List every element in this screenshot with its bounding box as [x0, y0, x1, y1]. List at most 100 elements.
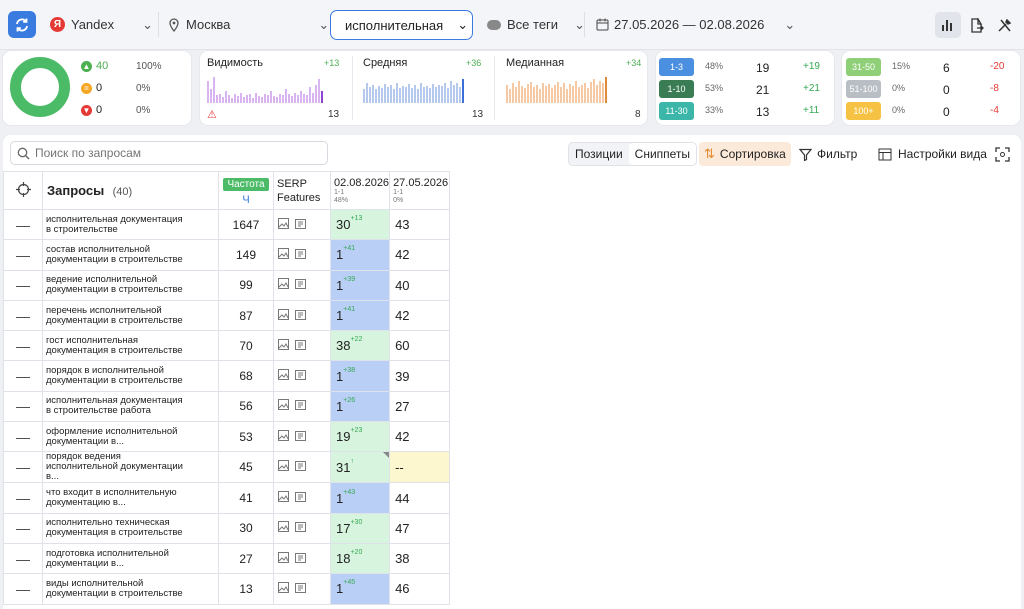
row-toggle[interactable]: — [3, 299, 43, 332]
serp-features[interactable] [273, 542, 331, 575]
query-text[interactable]: порядок ведения исполнительной документа… [42, 451, 219, 484]
search-input[interactable] [35, 146, 315, 160]
position-previous[interactable]: 44 [389, 482, 451, 514]
date-col2-header[interactable]: 27.05.2026 1-1 0% [389, 171, 451, 210]
tab-positions[interactable]: Позиции [569, 143, 629, 165]
query-text[interactable]: исполнительная документация в строительс… [42, 390, 219, 423]
query-text[interactable]: подготовка исполнительной документации в… [42, 542, 219, 575]
tab-snippets[interactable]: Сниппеты [628, 143, 697, 165]
region-select[interactable]: Москва ⌄ [168, 11, 329, 38]
row-toggle[interactable]: — [3, 239, 43, 271]
queries-header[interactable]: Запросы (40) [42, 171, 219, 210]
tools-icon[interactable] [991, 12, 1017, 38]
row-toggle[interactable]: — [3, 269, 43, 301]
row-toggle[interactable]: — [3, 330, 43, 362]
position-current[interactable]: 1+26 [329, 390, 391, 423]
engine-select[interactable]: Я Yandex ⌄ [50, 11, 153, 38]
table-row[interactable]: — перечень исполнительной документации в … [3, 299, 451, 332]
serp-features[interactable] [273, 421, 331, 453]
serp-features[interactable] [273, 239, 331, 271]
table-row[interactable]: — порядок в исполнительной документации в… [3, 360, 451, 392]
query-text[interactable]: перечень исполнительной документации в с… [42, 299, 219, 332]
row-toggle[interactable]: — [3, 360, 43, 392]
query-text[interactable]: ведение исполнительной документации в ст… [42, 269, 219, 301]
range-badge[interactable]: 11-30 [659, 101, 694, 121]
position-current[interactable]: 1+45 [329, 573, 391, 605]
target-header[interactable] [3, 171, 43, 210]
table-row[interactable]: — исполнительно техническая документация … [3, 512, 451, 544]
row-toggle[interactable]: — [3, 573, 43, 605]
query-text[interactable]: гост исполнительная документация в строи… [42, 330, 219, 362]
serp-features[interactable] [273, 573, 331, 605]
export-icon[interactable] [963, 12, 989, 38]
row-toggle[interactable]: — [3, 451, 43, 484]
serp-features[interactable] [273, 299, 331, 332]
row-toggle[interactable]: — [3, 542, 43, 575]
position-previous[interactable]: 43 [389, 208, 451, 241]
group-select[interactable]: исполнительная ⌄ [330, 10, 473, 40]
position-previous[interactable]: 42 [389, 239, 451, 271]
serp-features[interactable] [273, 330, 331, 362]
position-current[interactable]: 38+22 [329, 330, 391, 362]
position-current[interactable]: 1+43 [329, 482, 391, 514]
fullscreen-icon[interactable] [990, 142, 1015, 166]
date-col1-header[interactable]: 02.08.2026 1-1 48% [329, 171, 391, 210]
query-text[interactable]: исполнительно техническая документация в… [42, 512, 219, 544]
query-text[interactable]: виды исполнительной документации в строи… [42, 573, 219, 605]
frequency-header[interactable]: Частота Ч [218, 171, 274, 210]
position-previous[interactable]: 39 [389, 360, 451, 392]
position-previous[interactable]: 42 [389, 421, 451, 453]
table-row[interactable]: — исполнительная документация в строитель… [3, 208, 451, 241]
tags-select[interactable]: Все теги ⌄ [487, 11, 585, 38]
row-toggle[interactable]: — [3, 482, 43, 514]
table-row[interactable]: — подготовка исполнительной документации … [3, 542, 451, 575]
table-row[interactable]: — исполнительная документация в строитель… [3, 390, 451, 423]
table-row[interactable]: — состав исполнительной документации в ст… [3, 239, 451, 271]
table-row[interactable]: — виды исполнительной документации в стро… [3, 573, 451, 605]
position-current[interactable]: 31↑ [329, 451, 391, 484]
date-range-select[interactable]: 27.05.2026 — 02.08.2026 ⌄ [596, 11, 795, 38]
query-text[interactable]: состав исполнительной документации в стр… [42, 239, 219, 271]
serp-features[interactable] [273, 482, 331, 514]
range-badge[interactable]: 51-100 [846, 79, 881, 99]
position-previous[interactable]: -- [389, 451, 451, 484]
table-row[interactable]: — что входит в исполнительную документаци… [3, 482, 451, 514]
search-box[interactable] [10, 141, 328, 165]
position-current[interactable]: 1+38 [329, 360, 391, 392]
position-current[interactable]: 1+39 [329, 269, 391, 301]
position-current[interactable]: 17+30 [329, 512, 391, 544]
position-current[interactable]: 1+41 [329, 299, 391, 332]
table-row[interactable]: — порядок ведения исполнительной документ… [3, 451, 451, 484]
serp-features[interactable] [273, 512, 331, 544]
position-previous[interactable]: 46 [389, 573, 451, 605]
sort-button[interactable]: ⇅ Сортировка [699, 142, 791, 166]
range-badge[interactable]: 31-50 [846, 57, 881, 77]
position-previous[interactable]: 47 [389, 512, 451, 544]
row-toggle[interactable]: — [3, 421, 43, 453]
position-previous[interactable]: 38 [389, 542, 451, 575]
query-text[interactable]: что входит в исполнительную документацию… [42, 482, 219, 514]
serp-features[interactable] [273, 451, 331, 484]
serp-features[interactable] [273, 208, 331, 241]
position-current[interactable]: 1+41 [329, 239, 391, 271]
range-badge[interactable]: 100+ [846, 101, 881, 121]
filter-button[interactable]: Фильтр [794, 142, 862, 166]
serp-features[interactable] [273, 269, 331, 301]
chart-view-icon[interactable] [935, 12, 961, 38]
row-toggle[interactable]: — [3, 390, 43, 423]
refresh-logo-icon[interactable] [8, 11, 36, 38]
query-text[interactable]: оформление исполнительной документации в… [42, 421, 219, 453]
serp-features[interactable] [273, 360, 331, 392]
query-text[interactable]: исполнительная документация в строительс… [42, 208, 219, 241]
table-row[interactable]: — оформление исполнительной документации … [3, 421, 451, 453]
view-settings-button[interactable]: Настройки вида [873, 142, 992, 166]
range-badge[interactable]: 1-10 [659, 79, 694, 99]
query-text[interactable]: порядок в исполнительной документации в … [42, 360, 219, 392]
serp-header[interactable]: SERP Features [273, 171, 331, 210]
position-current[interactable]: 19+23 [329, 421, 391, 453]
row-toggle[interactable]: — [3, 208, 43, 241]
position-previous[interactable]: 60 [389, 330, 451, 362]
serp-features[interactable] [273, 390, 331, 423]
range-badge[interactable]: 1-3 [659, 57, 694, 77]
table-row[interactable]: — ведение исполнительной документации в с… [3, 269, 451, 301]
